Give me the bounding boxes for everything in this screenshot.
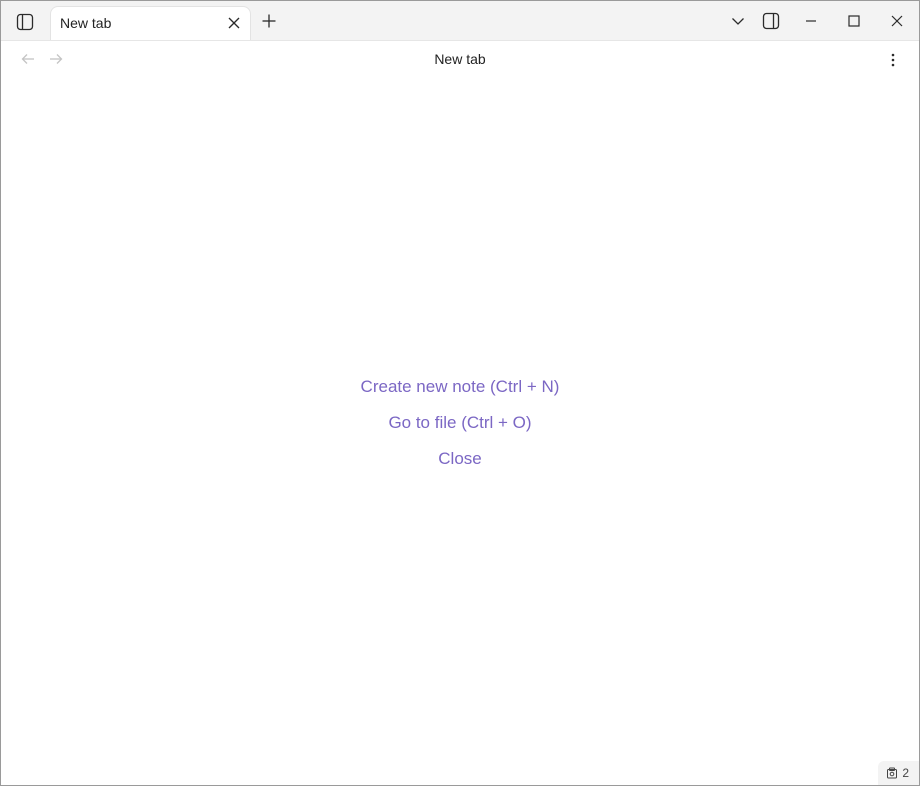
maximize-icon[interactable]	[840, 7, 868, 35]
empty-state: Create new note (Ctrl + N) Go to file (C…	[1, 373, 919, 481]
go-to-file-link[interactable]: Go to file (Ctrl + O)	[388, 409, 531, 445]
view-title: New tab	[434, 51, 486, 67]
create-new-note-link[interactable]: Create new note (Ctrl + N)	[361, 373, 560, 409]
close-icon[interactable]	[223, 12, 245, 34]
sync-icon[interactable]	[886, 767, 898, 779]
sidebar-right-icon[interactable]	[758, 8, 784, 34]
view-header: New tab	[1, 41, 919, 77]
tab-title: New tab	[60, 15, 112, 31]
status-count: 2	[902, 766, 909, 780]
close-link[interactable]: Close	[438, 445, 481, 481]
more-vertical-icon[interactable]	[881, 48, 905, 72]
window-close-icon[interactable]	[883, 7, 911, 35]
status-bar: 2	[878, 761, 919, 785]
sidebar-left-icon[interactable]	[11, 8, 39, 36]
tab-bar: New tab	[1, 1, 919, 41]
app-window: New tab New tab Create new note (Ctrl + …	[0, 0, 920, 786]
minimize-icon[interactable]	[797, 7, 825, 35]
plus-icon[interactable]	[256, 8, 282, 34]
chevron-down-icon[interactable]	[726, 9, 750, 33]
tab-new-tab[interactable]: New tab	[50, 6, 251, 41]
